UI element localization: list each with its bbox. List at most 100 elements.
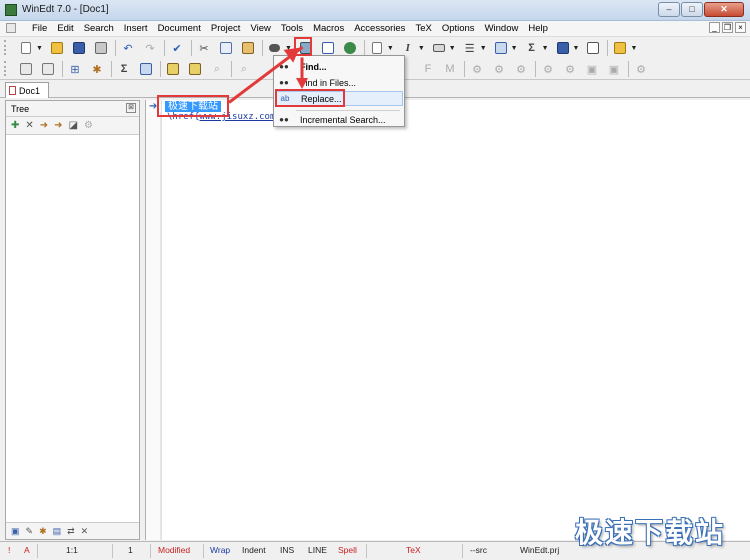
viewer-icon-3[interactable]: ⚙ [513, 61, 529, 77]
tree-up-icon[interactable]: ➜ [40, 120, 48, 131]
document-menu-icon[interactable] [6, 23, 16, 33]
status-modified[interactable]: Modified [158, 545, 190, 555]
list-dropdown-icon[interactable]: ▼ [480, 45, 487, 52]
book-dropdown-icon[interactable]: ▼ [573, 45, 580, 52]
maximize-button[interactable]: □ [681, 2, 703, 17]
undo-icon[interactable]: ↶ [120, 40, 136, 56]
status-tex[interactable]: TeX [406, 545, 421, 555]
toolbar-grip[interactable] [4, 40, 8, 55]
doc-restore-icon[interactable]: ❐ [722, 22, 733, 33]
project-folder-icon[interactable] [612, 40, 628, 56]
window-list-icon[interactable] [585, 40, 601, 56]
viewer-icon-2[interactable]: ⚙ [491, 61, 507, 77]
copy-icon[interactable] [218, 40, 234, 56]
menu-document[interactable]: Document [153, 22, 206, 35]
doc-minimize-icon[interactable]: _ [709, 22, 720, 33]
italic-dropdown-icon[interactable]: ▼ [418, 45, 425, 52]
viewer-icon-5[interactable]: ⚙ [562, 61, 578, 77]
menu-insert[interactable]: Insert [119, 22, 153, 35]
tab-doc1[interactable]: Doc1 [5, 82, 49, 98]
editor-area[interactable]: ➔ 极速下载站 \href{www.jisuxz.com [145, 100, 750, 540]
magnifier-icon[interactable]: ⌕ [236, 61, 252, 77]
new-dropdown-icon[interactable]: ▼ [36, 45, 43, 52]
new-document-icon[interactable] [18, 40, 34, 56]
menu-file[interactable]: File [27, 22, 52, 35]
print-icon[interactable] [93, 40, 109, 56]
bug-icon[interactable]: ✱ [89, 61, 105, 77]
font-m-icon[interactable]: M [442, 61, 458, 77]
find-binoculars-icon[interactable] [267, 40, 283, 56]
viewer-icon-8[interactable]: ⚙ [633, 61, 649, 77]
zoom-icon[interactable]: ⌕ [209, 61, 225, 77]
table-dropdown-icon[interactable]: ▼ [511, 45, 518, 52]
tree-close-icon[interactable]: ⊠ [126, 103, 136, 113]
tex-page-icon[interactable] [18, 61, 34, 77]
status-line[interactable]: LINE [308, 545, 327, 555]
page-icon[interactable] [369, 40, 385, 56]
status-project[interactable]: WinEdt.prj [520, 545, 559, 555]
box-icon[interactable] [431, 40, 447, 56]
menu-tools[interactable]: Tools [276, 22, 308, 35]
open-folder-icon[interactable] [49, 40, 65, 56]
tree-view[interactable] [6, 135, 139, 522]
tree-pin-icon[interactable]: ✎ [26, 526, 34, 537]
viewer-icon-7[interactable]: ▣ [606, 61, 622, 77]
spell-check-icon[interactable]: ✔ [169, 40, 185, 56]
menu-incremental-search[interactable]: ●● Incremental Search... [276, 112, 403, 127]
tree-window-icon[interactable]: ▣ [11, 526, 20, 537]
math-sigma-icon[interactable]: Σ [116, 61, 132, 77]
tree-erase-icon[interactable]: ◪ [69, 120, 78, 131]
menu-search[interactable]: Search [79, 22, 119, 35]
menu-tex[interactable]: TeX [410, 22, 436, 35]
status-wrap[interactable]: Wrap [210, 545, 230, 555]
menu-macros[interactable]: Macros [308, 22, 349, 35]
window-view-icon[interactable] [320, 40, 336, 56]
menu-find[interactable]: ●● Find... [276, 59, 403, 74]
viewer-icon-6[interactable]: ▣ [584, 61, 600, 77]
menu-window[interactable]: Window [480, 22, 524, 35]
font-f-icon[interactable]: F [420, 61, 436, 77]
tree-footer-close-icon[interactable]: ✕ [81, 526, 89, 537]
project-dropdown-icon[interactable]: ▼ [630, 45, 637, 52]
paste-icon[interactable] [240, 40, 256, 56]
tree-down-icon[interactable]: ➜ [54, 120, 62, 131]
close-button[interactable]: ✕ [704, 2, 744, 17]
tree-link-icon[interactable]: ⇄ [67, 526, 75, 537]
box-dropdown-icon[interactable]: ▼ [449, 45, 456, 52]
status-ins[interactable]: INS [280, 545, 294, 555]
page-dropdown-icon[interactable]: ▼ [387, 45, 394, 52]
status-indent[interactable]: Indent [242, 545, 266, 555]
doc-close-icon[interactable]: × [735, 22, 746, 33]
redo-icon[interactable]: ↷ [142, 40, 158, 56]
menu-view[interactable]: View [245, 22, 275, 35]
book-icon[interactable] [555, 40, 571, 56]
viewer-icon-4[interactable]: ⚙ [540, 61, 556, 77]
sigma-icon[interactable]: Σ [524, 40, 540, 56]
menu-options[interactable]: Options [437, 22, 480, 35]
tree-gear-icon[interactable]: ✱ [39, 526, 47, 537]
matrix-icon[interactable] [138, 61, 154, 77]
status-src[interactable]: --src [470, 545, 487, 555]
tex-doc-icon[interactable] [40, 61, 56, 77]
menu-help[interactable]: Help [523, 22, 553, 35]
menu-accessories[interactable]: Accessories [349, 22, 410, 35]
compile-icon[interactable] [165, 61, 181, 77]
viewer-icon-1[interactable]: ⚙ [469, 61, 485, 77]
structure-icon[interactable]: ⊞ [67, 61, 83, 77]
minimize-button[interactable]: – [658, 2, 680, 17]
build-icon[interactable] [187, 61, 203, 77]
cut-icon[interactable]: ✂ [196, 40, 212, 56]
list-icon[interactable]: ☰ [462, 40, 478, 56]
save-icon[interactable] [71, 40, 87, 56]
italic-icon[interactable]: I [400, 40, 416, 56]
table-icon[interactable] [493, 40, 509, 56]
globe-icon[interactable] [342, 40, 358, 56]
status-spell[interactable]: Spell [338, 545, 357, 555]
toolbar-grip[interactable] [4, 61, 8, 76]
tree-delete-icon[interactable]: ✕ [25, 120, 33, 131]
sigma-dropdown-icon[interactable]: ▼ [542, 45, 549, 52]
tree-refresh-icon[interactable]: ✚ [11, 120, 19, 131]
tree-bookmark-icon[interactable]: ▤ [53, 526, 62, 537]
menu-edit[interactable]: Edit [52, 22, 78, 35]
tree-settings-icon[interactable]: ⚙ [84, 120, 93, 131]
